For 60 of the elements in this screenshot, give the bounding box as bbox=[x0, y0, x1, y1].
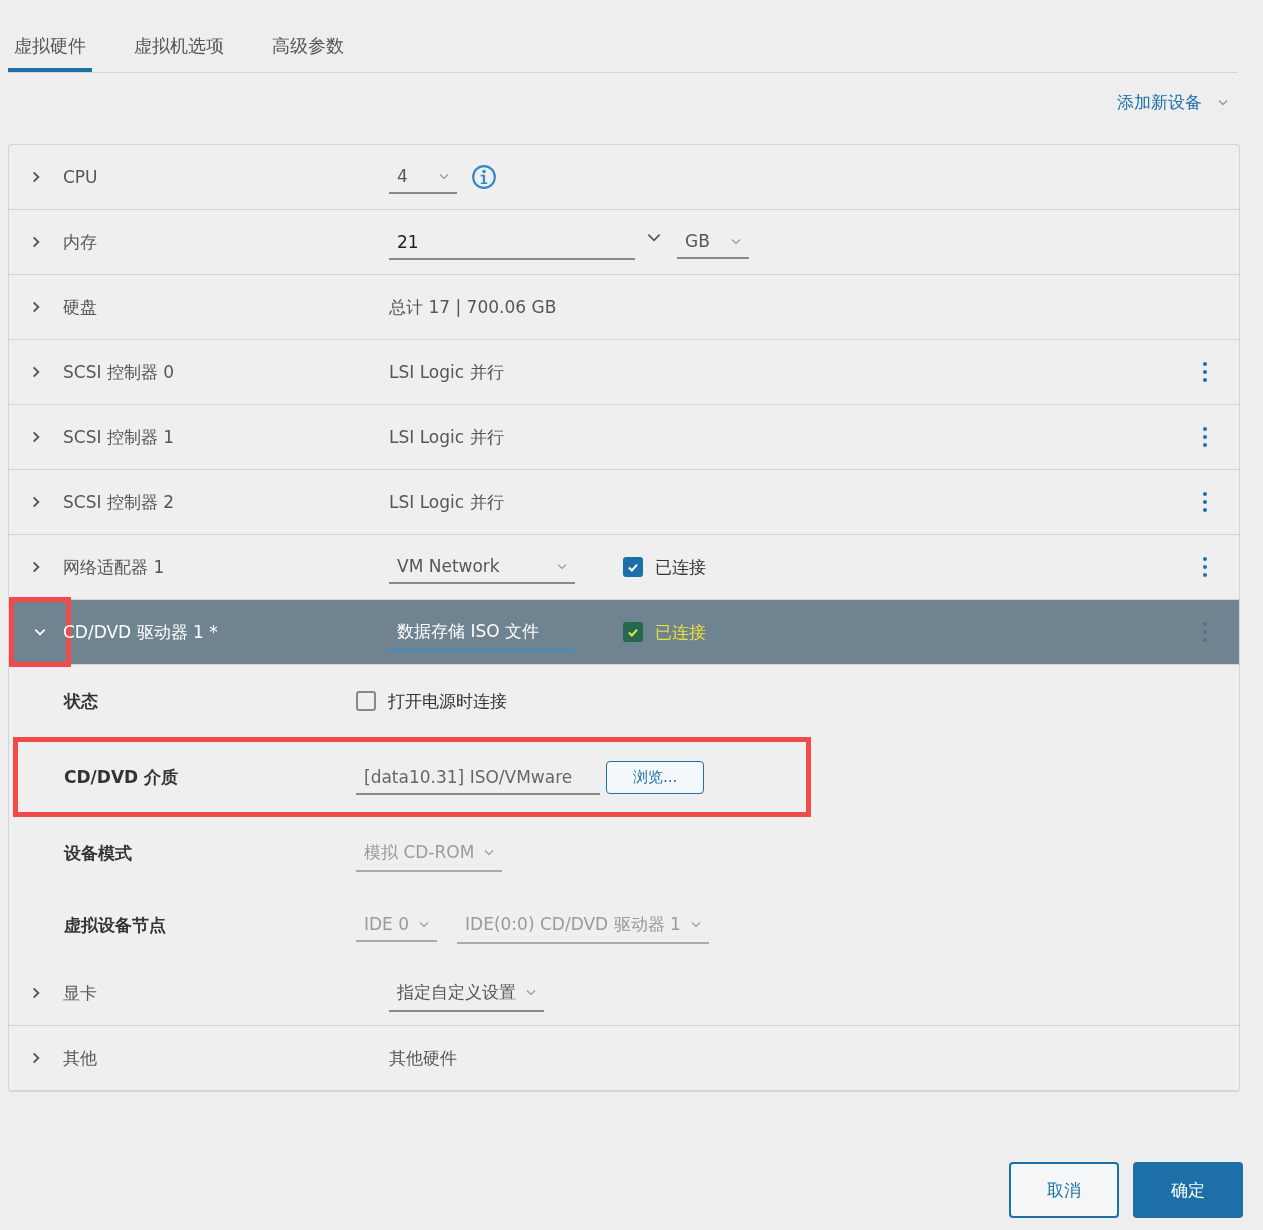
caret-icon bbox=[439, 172, 449, 180]
device-label: 显卡 bbox=[63, 981, 98, 1005]
caret-icon bbox=[1218, 99, 1228, 106]
browse-button[interactable]: 浏览... bbox=[606, 760, 705, 794]
device-label: SCSI 控制器 1 bbox=[63, 425, 176, 449]
cpu-select[interactable]: 4 bbox=[389, 160, 457, 194]
setting-label: 虚拟设备节点 bbox=[63, 913, 167, 937]
tab[interactable]: 虚拟机选项 bbox=[128, 26, 230, 72]
caret-icon bbox=[526, 988, 536, 996]
caret-icon bbox=[557, 562, 567, 570]
device-value: LSI Logic 并行 bbox=[389, 490, 504, 514]
add-device-link[interactable]: 添加新设备 bbox=[1115, 89, 1230, 116]
device-label: SCSI 控制器 2 bbox=[63, 490, 176, 514]
tab[interactable]: 高级参数 bbox=[266, 26, 350, 72]
more-options-icon[interactable] bbox=[1202, 360, 1208, 384]
setting-label: 设备模式 bbox=[62, 841, 133, 865]
device-row[interactable]: 其他 其他硬件 bbox=[9, 1026, 1239, 1091]
confirm-button[interactable]: 确定 bbox=[1133, 1162, 1243, 1218]
checkbox[interactable] bbox=[356, 691, 376, 711]
device-row[interactable]: SCSI 控制器 2 LSI Logic 并行 bbox=[9, 470, 1239, 535]
more-options-icon[interactable] bbox=[1202, 425, 1208, 449]
caret-icon[interactable] bbox=[647, 232, 661, 242]
caret-icon bbox=[690, 920, 701, 928]
device-label: 网络适配器 1 bbox=[63, 555, 166, 579]
device-row[interactable]: CPU 4 bbox=[9, 145, 1239, 210]
device-select[interactable]: 数据存储 ISO 文件 bbox=[389, 613, 575, 651]
caret-icon bbox=[731, 237, 741, 245]
checkbox[interactable] bbox=[623, 557, 643, 577]
device-value: 其他硬件 bbox=[389, 1046, 457, 1070]
caret-icon bbox=[419, 920, 430, 928]
device-value: LSI Logic 并行 bbox=[389, 360, 504, 384]
device-value: LSI Logic 并行 bbox=[389, 425, 504, 449]
media-path-field[interactable]: [data10.31] ISO/VMware bbox=[356, 759, 600, 795]
device-row[interactable]: SCSI 控制器 0 LSI Logic 并行 bbox=[9, 340, 1239, 405]
setting-label: CD/DVD 介质 bbox=[63, 765, 180, 789]
device-row[interactable]: SCSI 控制器 1 LSI Logic 并行 bbox=[9, 405, 1239, 470]
checkbox-label: 已连接 bbox=[655, 555, 706, 579]
more-options-icon[interactable] bbox=[1202, 490, 1208, 514]
device-row[interactable]: 内存 21 GB bbox=[9, 210, 1239, 275]
checkbox-label: 打开电源时连接 bbox=[388, 689, 507, 713]
unit-select[interactable]: GB bbox=[677, 225, 749, 259]
device-label: 其他 bbox=[63, 1046, 98, 1070]
device-label: 内存 bbox=[63, 230, 98, 254]
device-row[interactable]: 硬盘 总计 17 | 700.06 GB bbox=[9, 275, 1239, 340]
setting-label: 状态 bbox=[62, 689, 99, 713]
tab[interactable]: 虚拟硬件 bbox=[8, 26, 92, 72]
device-label: CPU bbox=[63, 167, 99, 187]
caret-icon bbox=[484, 848, 495, 856]
device-label: SCSI 控制器 0 bbox=[63, 360, 176, 384]
device-select[interactable]: 指定自定义设置 bbox=[389, 974, 544, 1012]
device-label: 硬盘 bbox=[63, 295, 98, 319]
cancel-button[interactable]: 取消 bbox=[1009, 1162, 1119, 1218]
device-value: 总计 17 | 700.06 GB bbox=[389, 295, 557, 319]
more-options-icon[interactable] bbox=[1202, 555, 1208, 579]
device-row[interactable]: 显卡 指定自定义设置 bbox=[9, 961, 1239, 1026]
info-icon[interactable] bbox=[471, 164, 497, 190]
checkbox[interactable] bbox=[623, 622, 643, 642]
device-select[interactable]: VM Network bbox=[389, 550, 575, 584]
memory-input[interactable]: 21 bbox=[389, 224, 635, 260]
checkbox-label: 已连接 bbox=[655, 620, 706, 644]
